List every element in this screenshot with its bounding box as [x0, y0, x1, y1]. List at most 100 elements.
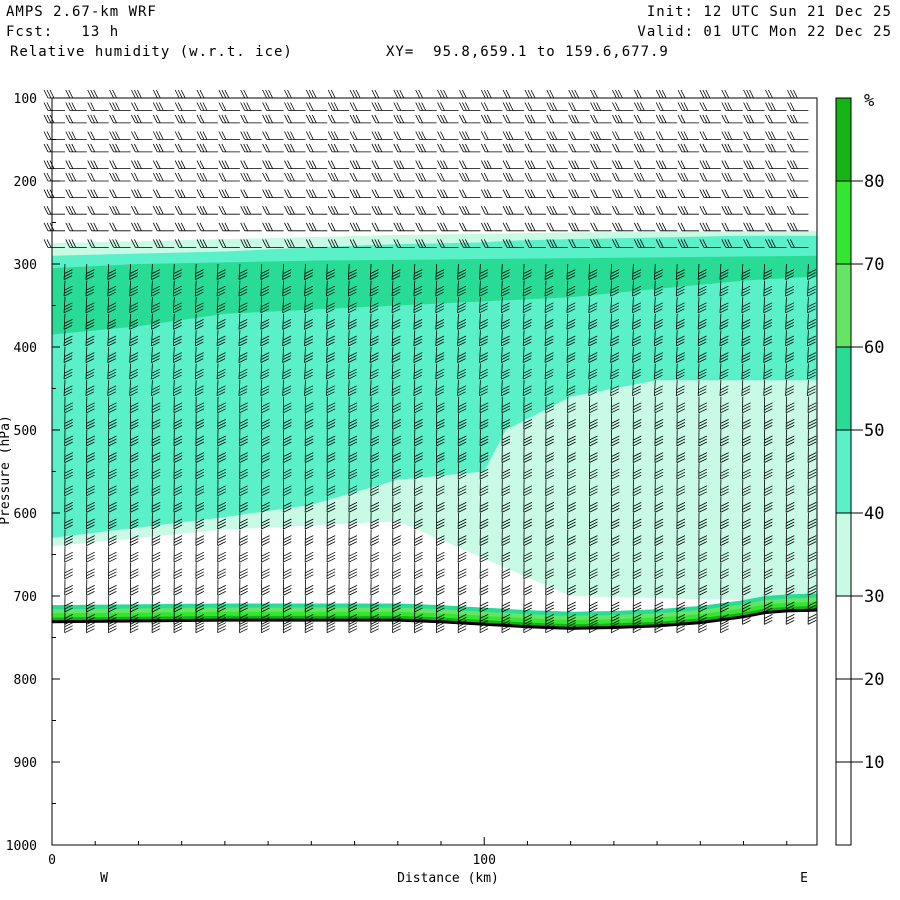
- wind-barb: [699, 172, 721, 182]
- wind-barb: [349, 222, 372, 232]
- wind-barb: [480, 222, 503, 232]
- wind-barb: [546, 131, 568, 140]
- wind-barb: [65, 143, 87, 153]
- wind-barb: [502, 114, 525, 124]
- wind-barb: [326, 579, 336, 596]
- wind-barb: [436, 562, 445, 580]
- wind-barb: [195, 562, 205, 580]
- wind-barb: [218, 160, 240, 169]
- wind-barb: [240, 172, 262, 182]
- wind-barb: [240, 222, 262, 232]
- x-end-label-west: W: [100, 871, 108, 886]
- wind-barb: [327, 172, 350, 182]
- wind-barb: [743, 89, 765, 99]
- wind-barb: [677, 131, 699, 140]
- wind-barb: [655, 131, 678, 140]
- wind-barb: [174, 89, 197, 99]
- wind-barb: [262, 89, 284, 99]
- wind-barb: [677, 206, 699, 215]
- wind-barb: [305, 89, 328, 99]
- wind-barb: [109, 206, 131, 215]
- wind-barb: [437, 206, 459, 215]
- wind-barb: [568, 143, 590, 153]
- colorbar-segment: [836, 679, 851, 762]
- wind-barb: [348, 529, 358, 546]
- wind-barb: [568, 206, 590, 215]
- wind-barb: [721, 206, 743, 215]
- wind-barb: [87, 143, 109, 153]
- wind-barb: [612, 160, 634, 169]
- wind-barb: [371, 160, 393, 169]
- colorbar-tick-label: 80: [864, 172, 884, 192]
- wind-barb: [196, 131, 218, 140]
- wind-barb: [131, 160, 153, 169]
- wind-barb: [787, 114, 809, 124]
- wind-barb: [414, 562, 423, 580]
- wind-barb: [218, 102, 240, 111]
- wind-barb: [459, 160, 481, 169]
- wind-barb: [568, 160, 590, 169]
- wind-barb: [305, 160, 328, 169]
- wind-barb: [131, 189, 153, 198]
- wind-barb: [239, 529, 248, 546]
- wind-barb: [633, 160, 656, 169]
- x-tick-label: 100: [472, 853, 495, 868]
- wind-barb: [65, 172, 87, 182]
- wind-barb: [765, 172, 787, 182]
- wind-barb: [721, 114, 743, 124]
- wind-barb: [699, 89, 721, 99]
- wind-barb: [437, 131, 459, 140]
- wind-barb: [677, 114, 699, 124]
- wind-barb: [262, 143, 284, 153]
- wind-barb: [633, 172, 656, 182]
- wind-barb: [392, 529, 401, 546]
- wind-barb: [765, 114, 787, 124]
- wind-barb: [437, 160, 459, 169]
- wind-barb: [787, 222, 809, 232]
- wind-barb: [43, 172, 65, 182]
- wind-barb: [196, 143, 218, 153]
- wind-barb: [174, 131, 197, 140]
- wind-barb: [43, 143, 65, 153]
- wind-barb: [65, 222, 87, 232]
- wind-barb: [327, 160, 350, 169]
- wind-barb: [524, 172, 546, 182]
- cross-section-chart: 100 200 300 400 500 600 700 800 900 1000 0 100 Pre…: [0, 89, 884, 886]
- wind-barb: [459, 131, 481, 140]
- wind-barb: [546, 160, 568, 169]
- wind-barb: [239, 562, 248, 580]
- wind-barb: [86, 562, 95, 580]
- wind-barb: [568, 131, 590, 140]
- wind-barb: [261, 546, 270, 563]
- wind-barb: [284, 102, 306, 111]
- wind-barb: [743, 222, 765, 232]
- wind-barb: [743, 189, 765, 198]
- wind-barb: [721, 172, 743, 182]
- wind-barb: [284, 206, 306, 215]
- wind-barb: [282, 546, 292, 563]
- wind-barb: [109, 222, 131, 232]
- wind-barb: [152, 206, 175, 215]
- wind-barb: [370, 546, 380, 563]
- wind-barb: [502, 222, 525, 232]
- wind-barb: [217, 579, 226, 596]
- wind-barb: [655, 172, 678, 182]
- colorbar-tick-label: 20: [864, 670, 884, 690]
- colorbar-unit: %: [864, 91, 874, 111]
- wind-barb: [524, 206, 546, 215]
- wind-barb: [743, 172, 765, 182]
- wind-barb: [393, 172, 415, 182]
- wind-barb: [65, 89, 87, 99]
- wind-barb: [765, 143, 787, 153]
- wind-barb: [612, 102, 634, 111]
- wind-barb: [721, 143, 743, 153]
- wind-barb: [43, 102, 65, 111]
- wind-barb: [131, 222, 153, 232]
- wind-barb: [174, 160, 197, 169]
- wind-barb: [305, 206, 328, 215]
- wind-barb: [86, 579, 95, 596]
- wind-barb: [196, 89, 218, 99]
- wind-barb: [152, 172, 175, 182]
- wind-barb: [240, 189, 262, 198]
- wind-barb: [459, 189, 481, 198]
